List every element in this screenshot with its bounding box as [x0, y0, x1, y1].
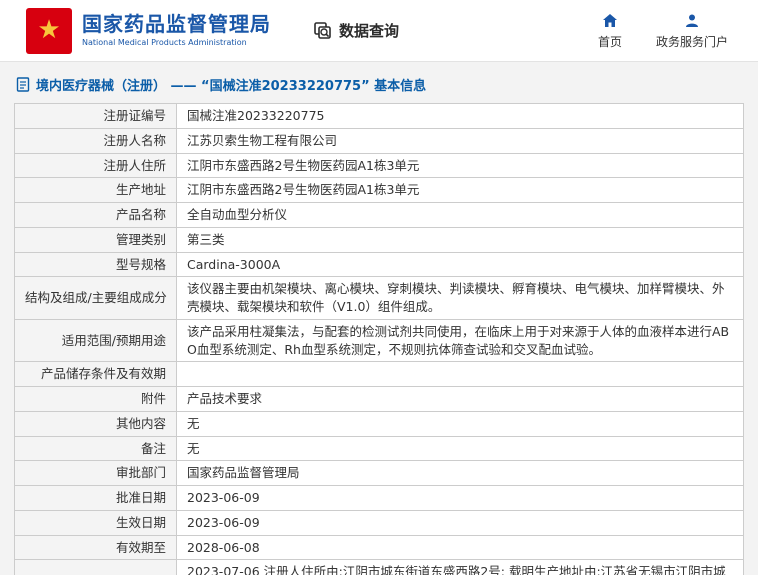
field-label: 注册证编号 — [15, 104, 177, 129]
home-icon — [598, 12, 622, 30]
field-value: 无 — [177, 436, 744, 461]
table-row: 管理类别 第三类 — [15, 227, 744, 252]
nav-item-home[interactable]: 首页 — [598, 12, 622, 50]
table-row: 变更情况 2023-07-06 注册人住所由:江阴市城东街道东盛西路2号; 载明… — [15, 560, 744, 575]
field-value: 该仪器主要由机架模块、离心模块、穿刺模块、判读模块、孵育模块、电气模块、加样臂模… — [177, 277, 744, 320]
field-value: Cardina-3000A — [177, 252, 744, 277]
field-label: 生效日期 — [15, 510, 177, 535]
table-row: 其他内容 无 — [15, 411, 744, 436]
breadcrumb: 境内医疗器械（注册） —— “国械注准20233220775” 基本信息 — [0, 62, 758, 103]
agency-title-block: 国家药品监督管理局 National Medical Products Admi… — [82, 13, 271, 47]
field-value: 江阴市东盛西路2号生物医药园A1栋3单元 — [177, 178, 744, 203]
table-row: 有效期至 2028-06-08 — [15, 535, 744, 560]
emblem-star-icon: ★ — [37, 17, 60, 43]
table-row: 适用范围/预期用途 该产品采用柱凝集法，与配套的检测试剂共同使用，在临床上用于对… — [15, 319, 744, 362]
field-value: 2023-07-06 注册人住所由:江阴市城东街道东盛西路2号; 载明生产地址由… — [177, 560, 744, 575]
registration-info-table: 注册证编号 国械注准20233220775 注册人名称 江苏贝索生物工程有限公司… — [14, 103, 744, 575]
table-row: 生效日期 2023-06-09 — [15, 510, 744, 535]
document-icon — [16, 77, 30, 92]
nav-item-portal[interactable]: 政务服务门户 — [656, 12, 728, 50]
field-value: 2028-06-08 — [177, 535, 744, 560]
table-row: 备注 无 — [15, 436, 744, 461]
field-value: 江苏贝索生物工程有限公司 — [177, 128, 744, 153]
table-row: 产品名称 全自动血型分析仪 — [15, 203, 744, 228]
field-value: 江阴市东盛西路2号生物医药园A1栋3单元 — [177, 153, 744, 178]
field-value — [177, 362, 744, 387]
data-query-label: 数据查询 — [339, 20, 399, 41]
field-label: 变更情况 — [15, 560, 177, 575]
field-label: 注册人住所 — [15, 153, 177, 178]
field-value: 产品技术要求 — [177, 387, 744, 412]
table-row: 注册人住所 江阴市东盛西路2号生物医药园A1栋3单元 — [15, 153, 744, 178]
header-nav: 首页 政务服务门户 — [598, 12, 728, 50]
field-value: 该产品采用柱凝集法，与配套的检测试剂共同使用，在临床上用于对来源于人体的血液样本… — [177, 319, 744, 362]
portal-person-icon — [656, 12, 728, 30]
field-value: 2023-06-09 — [177, 486, 744, 511]
field-value: 2023-06-09 — [177, 510, 744, 535]
field-label: 审批部门 — [15, 461, 177, 486]
field-value: 国家药品监督管理局 — [177, 461, 744, 486]
table-row: 生产地址 江阴市东盛西路2号生物医药园A1栋3单元 — [15, 178, 744, 203]
table-row: 附件 产品技术要求 — [15, 387, 744, 412]
field-label: 其他内容 — [15, 411, 177, 436]
field-label: 结构及组成/主要组成成分 — [15, 277, 177, 320]
field-label: 注册人名称 — [15, 128, 177, 153]
table-row: 产品储存条件及有效期 — [15, 362, 744, 387]
field-label: 产品储存条件及有效期 — [15, 362, 177, 387]
field-label: 附件 — [15, 387, 177, 412]
field-label: 型号规格 — [15, 252, 177, 277]
field-label: 生产地址 — [15, 178, 177, 203]
field-value: 无 — [177, 411, 744, 436]
data-query-icon — [313, 21, 333, 41]
table-row: 结构及组成/主要组成成分 该仪器主要由机架模块、离心模块、穿刺模块、判读模块、孵… — [15, 277, 744, 320]
table-row: 审批部门 国家药品监督管理局 — [15, 461, 744, 486]
field-value: 国械注准20233220775 — [177, 104, 744, 129]
nav-portal-label: 政务服务门户 — [656, 35, 728, 49]
table-row: 注册证编号 国械注准20233220775 — [15, 104, 744, 129]
field-value: 第三类 — [177, 227, 744, 252]
top-header: ★ 国家药品监督管理局 National Medical Products Ad… — [0, 0, 758, 62]
field-label: 备注 — [15, 436, 177, 461]
agency-name-en: National Medical Products Administration — [82, 38, 271, 47]
table-row: 型号规格 Cardina-3000A — [15, 252, 744, 277]
field-label: 批准日期 — [15, 486, 177, 511]
field-label: 产品名称 — [15, 203, 177, 228]
nmpa-emblem-logo: ★ — [26, 8, 72, 54]
field-label: 适用范围/预期用途 — [15, 319, 177, 362]
nav-home-label: 首页 — [598, 35, 622, 49]
table-row: 注册人名称 江苏贝索生物工程有限公司 — [15, 128, 744, 153]
data-query-nav[interactable]: 数据查询 — [313, 20, 399, 41]
field-value: 全自动血型分析仪 — [177, 203, 744, 228]
breadcrumb-text: 境内医疗器械（注册） —— “国械注准20233220775” 基本信息 — [36, 75, 426, 94]
table-row: 批准日期 2023-06-09 — [15, 486, 744, 511]
field-label: 有效期至 — [15, 535, 177, 560]
agency-name-cn: 国家药品监督管理局 — [82, 13, 271, 36]
field-label: 管理类别 — [15, 227, 177, 252]
